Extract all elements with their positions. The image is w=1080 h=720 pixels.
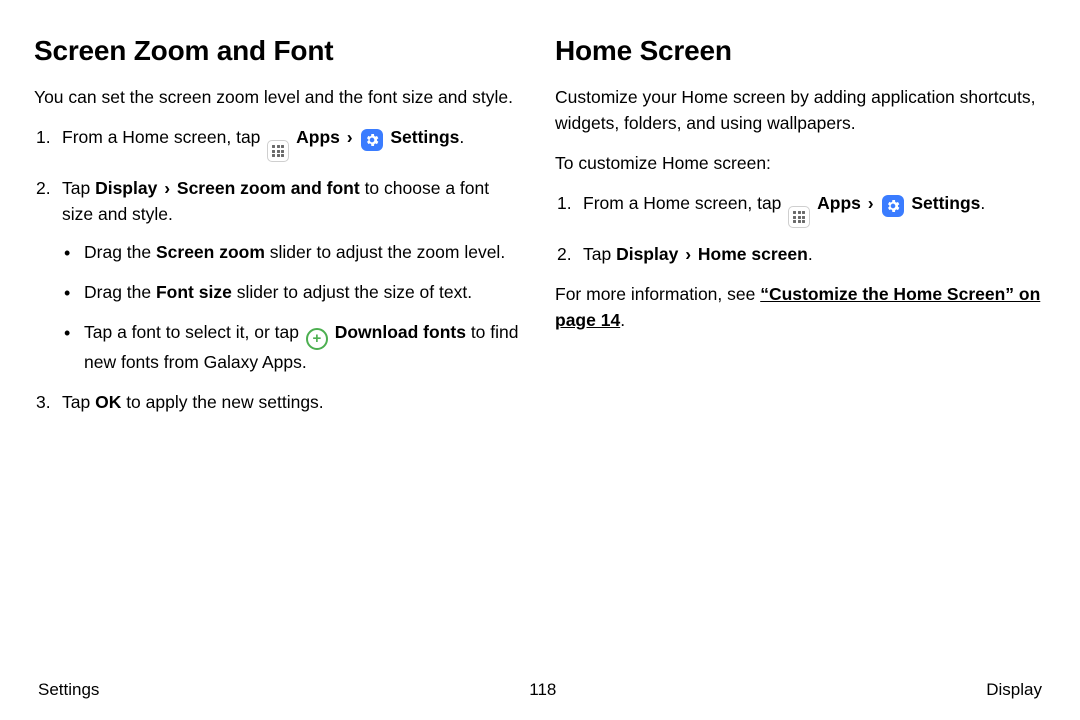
steps-right: From a Home screen, tap Apps › Settings.…: [555, 191, 1046, 268]
column-left: Screen Zoom and Font You can set the scr…: [34, 30, 525, 680]
footer-section: Settings: [38, 680, 99, 700]
bullet-font-size: Drag the Font size slider to adjust the …: [62, 280, 525, 306]
font-size-label: Font size: [156, 282, 232, 302]
settings-label: Settings: [390, 127, 459, 147]
column-right: Home Screen Customize your Home screen b…: [555, 30, 1046, 680]
text: Drag the: [84, 282, 156, 302]
period: .: [980, 193, 985, 213]
lead-right: To customize Home screen:: [555, 151, 1046, 177]
text: For more information, see: [555, 284, 760, 304]
step-1-right: From a Home screen, tap Apps › Settings.: [555, 191, 1046, 228]
settings-label: Settings: [911, 193, 980, 213]
heading-screen-zoom-font: Screen Zoom and Font: [34, 30, 525, 71]
bullet-screen-zoom: Drag the Screen zoom slider to adjust th…: [62, 240, 525, 266]
text: Drag the: [84, 242, 156, 262]
text: to apply the new settings.: [121, 392, 323, 412]
text: Tap: [62, 178, 95, 198]
screen-zoom-font-label: Screen zoom and font: [177, 178, 360, 198]
intro-right: Customize your Home screen by adding app…: [555, 85, 1046, 137]
apps-icon: [788, 206, 810, 228]
apps-label: Apps: [296, 127, 340, 147]
intro-left: You can set the screen zoom level and th…: [34, 85, 525, 111]
cross-reference: For more information, see “Customize the…: [555, 282, 1046, 334]
download-fonts-label: Download fonts: [335, 322, 466, 342]
display-label: Display: [616, 244, 678, 264]
settings-icon: [361, 129, 383, 151]
period: .: [620, 310, 625, 330]
apps-icon: [267, 140, 289, 162]
bullet-download-fonts: Tap a font to select it, or tap + Downlo…: [62, 320, 525, 376]
text: Tap a font to select it, or tap: [84, 322, 304, 342]
bullets-left: Drag the Screen zoom slider to adjust th…: [62, 240, 525, 376]
chevron-right-icon: ›: [347, 127, 353, 147]
steps-left: From a Home screen, tap Apps › Settings.…: [34, 125, 525, 415]
text: From a Home screen, tap: [62, 127, 265, 147]
footer-topic: Display: [986, 680, 1042, 700]
step-2-right: Tap Display › Home screen.: [555, 242, 1046, 268]
heading-home-screen: Home Screen: [555, 30, 1046, 71]
text: Tap: [62, 392, 95, 412]
display-label: Display: [95, 178, 157, 198]
chevron-right-icon: ›: [685, 244, 691, 264]
chevron-right-icon: ›: [868, 193, 874, 213]
page-number: 118: [529, 680, 556, 700]
page-footer: Settings 118 Display: [34, 680, 1046, 720]
text: Tap: [583, 244, 616, 264]
text: slider to adjust the zoom level.: [265, 242, 505, 262]
apps-label: Apps: [817, 193, 861, 213]
step-3-left: Tap OK to apply the new settings.: [34, 390, 525, 416]
chevron-right-icon: ›: [164, 178, 170, 198]
step-1-left: From a Home screen, tap Apps › Settings.: [34, 125, 525, 162]
text: slider to adjust the size of text.: [232, 282, 472, 302]
period: .: [808, 244, 813, 264]
screen-zoom-label: Screen zoom: [156, 242, 265, 262]
step-2-left: Tap Display › Screen zoom and font to ch…: [34, 176, 525, 375]
settings-icon: [882, 195, 904, 217]
plus-icon: +: [306, 328, 328, 350]
ok-label: OK: [95, 392, 121, 412]
text: From a Home screen, tap: [583, 193, 786, 213]
home-screen-label: Home screen: [698, 244, 808, 264]
period: .: [459, 127, 464, 147]
